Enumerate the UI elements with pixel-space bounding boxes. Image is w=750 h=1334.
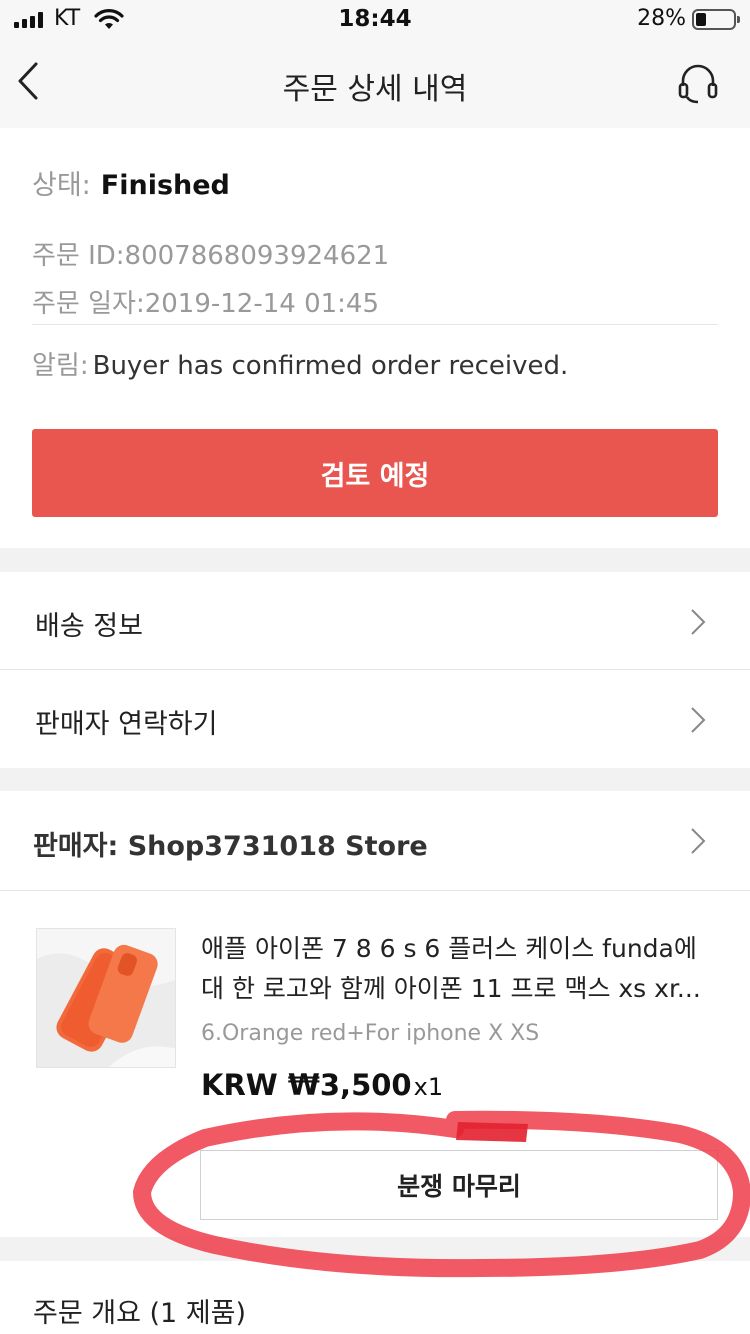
order-id: 주문 ID:8007868093924621 [32,241,390,271]
seller-product-card: 판매자: Shop3731018 Store 애플 아이폰 7 8 6 s 6 … [0,791,750,1237]
review-button[interactable]: 검토 예정 [32,429,718,517]
product-variant: 6.Orange red+For iphone X XS [201,1021,540,1046]
divider [0,890,750,891]
list-item-label: 배송 정보 [35,611,143,642]
order-status: 상태: Finished [32,163,230,202]
order-summary: 주문 개요 (1 제품) [0,1261,750,1334]
order-status-card: 상태: Finished 주문 ID:8007868093924621 주문 일자… [0,128,750,548]
page-title: 주문 상세 내역 [282,72,468,107]
seller-name: 판매자: Shop3731018 Store [33,831,428,862]
list-item-label: 판매자 연락하기 [35,709,218,740]
order-notice: 알림: Buyer has confirmed order received. [32,345,568,382]
product-image[interactable] [36,928,176,1068]
notice-label: 알림: [32,351,89,381]
chevron-right-icon [691,828,706,854]
chevron-right-icon [691,707,706,733]
summary-label: 주문 개요 (1 제품) [33,1298,247,1329]
list-item-shipping-info[interactable]: 배송 정보 [0,572,750,669]
quantity: x1 [413,1073,444,1101]
order-date: 주문 일자:2019-12-14 01:45 [32,289,379,319]
order-actions-list: 배송 정보 판매자 연락하기 [0,572,750,768]
divider [32,324,718,325]
status-value: Finished [100,170,230,201]
status-bar: KT 18:44 28% [0,0,750,40]
battery-icon [692,9,740,30]
price-value: KRW ₩3,500 [201,1068,412,1102]
chevron-right-icon [691,609,706,635]
headset-icon[interactable] [676,62,720,106]
navigation-bar: 주문 상세 내역 [0,40,750,128]
product-title[interactable]: 애플 아이폰 7 8 6 s 6 플러스 케이스 funda에 대 한 로고와 … [201,929,721,1009]
list-item-contact-seller[interactable]: 판매자 연락하기 [0,670,750,767]
seller-row[interactable]: 판매자: Shop3731018 Store [0,791,750,890]
status-label: 상태: [32,170,91,201]
close-dispute-button[interactable]: 분쟁 마무리 [200,1150,718,1220]
product-price: KRW ₩3,500x1 [201,1068,443,1102]
notice-value: Buyer has confirmed order received. [92,351,569,381]
battery-percent: 28% [637,6,686,31]
